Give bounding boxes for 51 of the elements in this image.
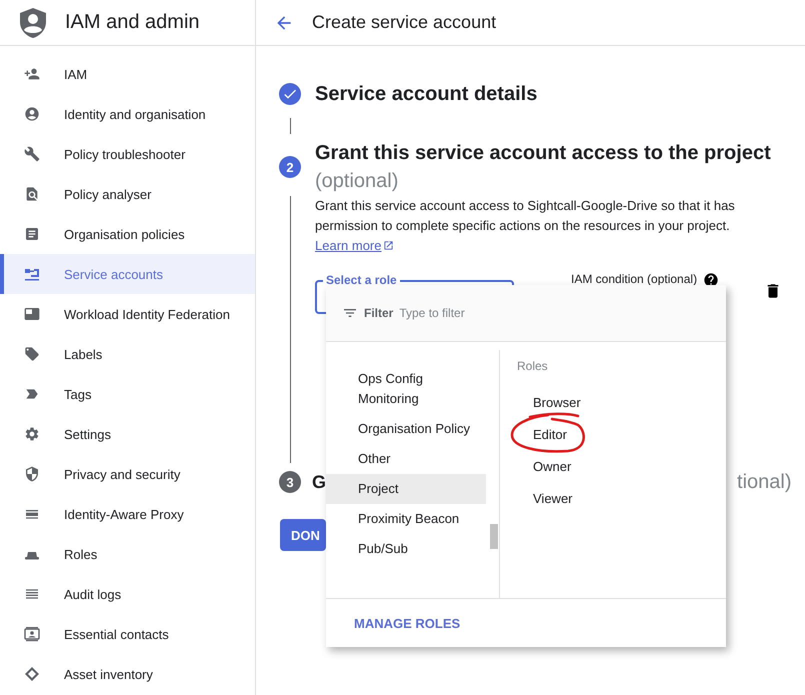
category-item[interactable]: Project xyxy=(326,474,486,504)
sidebar-item[interactable]: Audit logs xyxy=(0,574,255,614)
role-item[interactable]: Browser xyxy=(517,387,726,419)
contact-card-icon xyxy=(24,626,40,642)
gear-icon xyxy=(24,426,40,442)
sidebar-item[interactable]: Asset inventory xyxy=(0,654,255,694)
external-link-icon xyxy=(383,240,394,251)
sidebar-item[interactable]: Labels xyxy=(0,334,255,374)
description-text: Grant this service account access to Sightcall-Google-Drive so that it has permission to complete specific actions on the resources in your project. Learn more xyxy=(315,197,736,255)
roles-heading: Roles xyxy=(517,358,549,375)
document-search-icon xyxy=(24,186,40,202)
manage-roles-button[interactable]: MANAGE ROLES xyxy=(354,616,460,630)
sidebar-item[interactable]: Tags xyxy=(0,374,255,414)
done-button[interactable]: DON xyxy=(280,519,326,551)
step-title-end: tional) xyxy=(737,470,792,495)
step-title: Service account details xyxy=(315,82,538,107)
sidebar-item[interactable]: Service accounts xyxy=(0,254,255,294)
sidebar-title: IAM and admin xyxy=(65,11,200,34)
wrench-icon xyxy=(24,146,40,162)
sidebar-item[interactable]: Policy analyser xyxy=(0,174,255,214)
tag-icon xyxy=(24,346,40,362)
document-icon xyxy=(24,226,40,242)
condition-label: IAM condition (optional) xyxy=(571,272,698,286)
sidebar-item[interactable]: Essential contacts xyxy=(0,614,255,654)
person-add-icon xyxy=(24,66,40,82)
step-title: G xyxy=(312,471,326,494)
page-title: Create service account xyxy=(312,12,496,33)
shield-person-icon xyxy=(20,8,46,38)
scrollbar-thumb[interactable] xyxy=(490,524,498,549)
sidebar-item[interactable]: Privacy and security xyxy=(0,454,255,494)
role-item[interactable]: Editor xyxy=(517,419,726,451)
role-item[interactable]: Owner xyxy=(517,451,726,483)
key-card-icon xyxy=(24,266,40,282)
shield-icon xyxy=(24,466,40,482)
role-item[interactable]: Viewer xyxy=(517,483,726,515)
diamond-icon xyxy=(24,666,40,682)
sidebar-item[interactable]: Roles xyxy=(0,534,255,574)
sidebar-item[interactable]: Settings xyxy=(0,414,255,454)
sidebar-item[interactable]: Policy troubleshooter xyxy=(0,134,255,174)
filter-label: Filter xyxy=(364,306,394,320)
sidebar-item[interactable]: Workload Identity Federation xyxy=(0,294,255,334)
sidebar-item[interactable]: Identity-Aware Proxy xyxy=(0,494,255,534)
step-title: Grant this service account access to the project (optional) xyxy=(315,141,772,194)
learn-more-link[interactable]: Learn more xyxy=(315,238,394,253)
sidebar-item[interactable]: Organisation policies xyxy=(0,214,255,254)
sidebar-item[interactable]: IAM xyxy=(0,54,255,94)
filter-field[interactable]: Type to filter xyxy=(399,306,600,320)
id-card-icon xyxy=(24,306,40,322)
sidebar-item[interactable]: Identity and organisation xyxy=(0,94,255,134)
step-number: 3 xyxy=(279,471,301,493)
step-number: 2 xyxy=(279,156,301,178)
